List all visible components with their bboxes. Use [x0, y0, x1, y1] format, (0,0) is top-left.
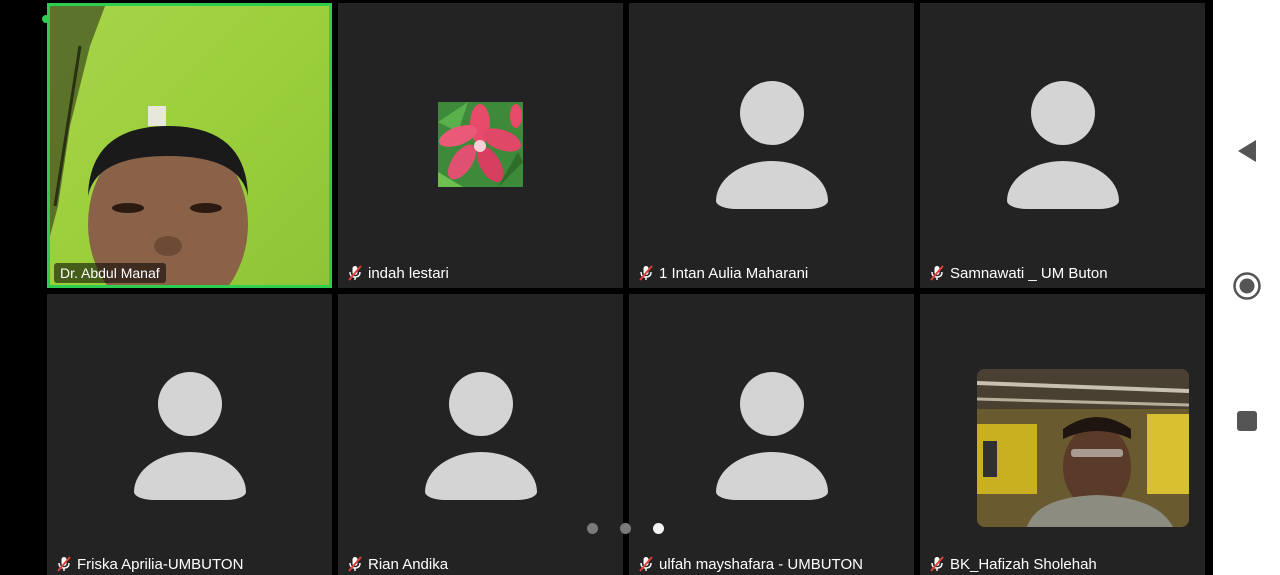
participant-tile-intan-aulia[interactable]: 1 Intan Aulia Maharani: [629, 3, 914, 288]
participant-tile-friska-aprilia[interactable]: Friska Aprilia-UMBUTON: [47, 294, 332, 575]
participant-name: Dr. Abdul Manaf: [60, 265, 160, 281]
flower-avatar-image: [438, 102, 523, 187]
muted-mic-icon: [348, 265, 362, 281]
page-dot-3-current[interactable]: [653, 523, 664, 534]
muted-mic-icon: [639, 556, 653, 572]
circle-home-icon[interactable]: [1232, 271, 1262, 301]
participant-grid: Dr. Abdul Manaf indah lestari 1 Intan Au…: [47, 3, 1209, 575]
participant-tile-rian-andika[interactable]: Rian Andika: [338, 294, 623, 575]
participant-name: indah lestari: [368, 264, 449, 282]
muted-mic-icon: [348, 556, 362, 572]
participant-tile-ulfah-mayshafara[interactable]: ulfah mayshafara - UMBUTON: [629, 294, 914, 575]
default-avatar-icon: [133, 372, 246, 500]
triangle-back-icon[interactable]: [1232, 136, 1262, 166]
zoom-meeting-screen: Dr. Abdul Manaf indah lestari 1 Intan Au…: [0, 0, 1280, 575]
participant-name: Friska Aprilia-UMBUTON: [77, 555, 244, 573]
participant-video: [50, 6, 329, 285]
square-recents-icon[interactable]: [1232, 406, 1262, 436]
default-avatar-icon: [424, 372, 537, 500]
participant-tile-abdul-manaf[interactable]: Dr. Abdul Manaf: [47, 3, 332, 288]
participant-name-label: Rian Andika: [346, 555, 448, 573]
participant-name: Samnawati _ UM Buton: [950, 264, 1108, 282]
participant-tile-samnawati[interactable]: Samnawati _ UM Buton: [920, 3, 1205, 288]
participant-name-label: Friska Aprilia-UMBUTON: [55, 555, 243, 573]
participant-name-label: BK_Hafizah Sholehah: [928, 555, 1097, 573]
participant-name: 1 Intan Aulia Maharani: [659, 264, 809, 282]
self-view-video[interactable]: [977, 369, 1189, 527]
participant-name-label: indah lestari: [346, 264, 449, 282]
android-navigation-bar: [1213, 0, 1280, 575]
participant-name: BK_Hafizah Sholehah: [950, 555, 1097, 573]
participant-name: Rian Andika: [368, 555, 449, 573]
participant-tile-indah-lestari[interactable]: indah lestari: [338, 3, 623, 288]
page-dot-2[interactable]: [620, 523, 631, 534]
participant-name: ulfah mayshafara - UMBUTON: [659, 555, 863, 573]
video-frame-illustration: [50, 6, 248, 285]
participant-tile-hafizah-sholehah[interactable]: BK_Hafizah Sholehah: [920, 294, 1205, 575]
muted-mic-icon: [639, 265, 653, 281]
default-avatar-icon: [715, 81, 828, 209]
default-avatar-icon: [715, 372, 828, 500]
page-dot-1[interactable]: [587, 523, 598, 534]
participant-name-label: Samnawati _ UM Buton: [928, 264, 1108, 282]
muted-mic-icon: [57, 556, 71, 572]
participant-name-label: Dr. Abdul Manaf: [54, 263, 166, 283]
participant-name-label: 1 Intan Aulia Maharani: [637, 264, 808, 282]
default-avatar-icon: [1006, 81, 1119, 209]
self-view-video-frame: [977, 369, 1189, 527]
muted-mic-icon: [930, 556, 944, 572]
muted-mic-icon: [930, 265, 944, 281]
page-indicator: [587, 523, 664, 534]
participant-name-label: ulfah mayshafara - UMBUTON: [637, 555, 863, 573]
